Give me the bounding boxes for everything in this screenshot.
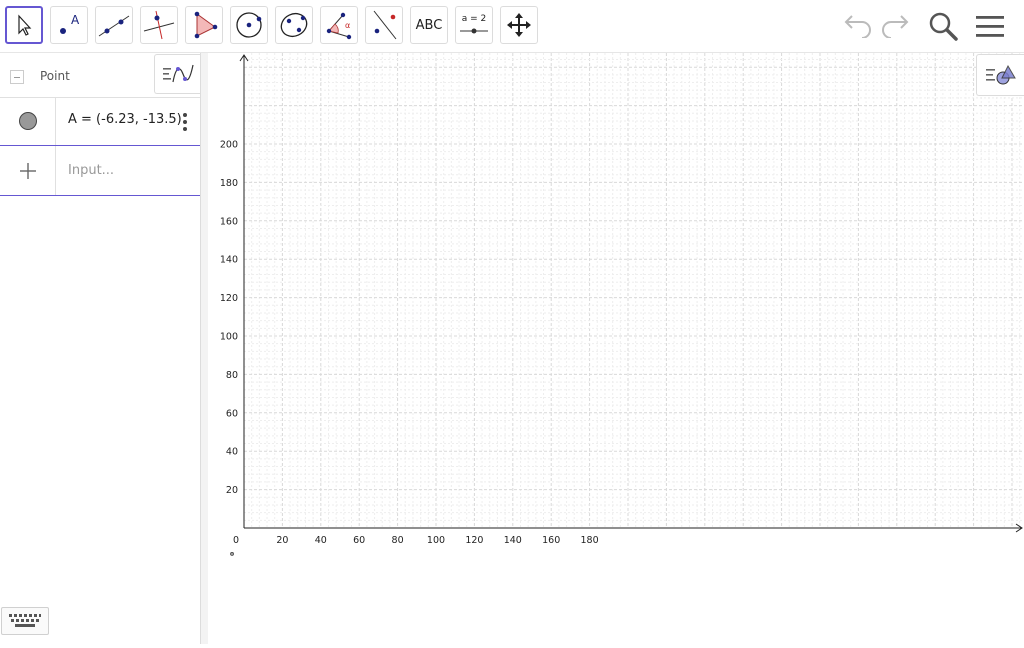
x-tick-label: 180 (581, 535, 599, 546)
angle-tool-button[interactable]: α (320, 6, 358, 44)
keyboard-button[interactable] (1, 607, 49, 635)
graphics-style-button[interactable] (976, 54, 1024, 96)
point-icon: A (60, 13, 80, 34)
keyboard-icon (9, 614, 41, 627)
algebra-group-header: Point (0, 53, 200, 98)
minus-icon (14, 76, 20, 78)
input-marker (0, 146, 56, 195)
polygon-icon (194, 11, 218, 39)
view-divider[interactable] (200, 53, 208, 644)
graphics-view[interactable]: 0 20 40 60 80 100 120 140 160 180 20 40 60 80 100 120 14… (208, 53, 1024, 644)
move-tool-button[interactable] (5, 6, 43, 44)
ellipse-icon (280, 12, 308, 38)
x-tick-label: 120 (465, 535, 483, 546)
reflect-icon (373, 10, 397, 40)
slider-icon: a = 2 (460, 14, 488, 34)
redo-icon (882, 15, 909, 38)
algebra-view: Point A = (-6.23, -13.5) Input... (0, 53, 200, 644)
y-tick-label: 180 (220, 178, 238, 189)
x-tick-label: 80 (392, 535, 404, 546)
move-arrows-icon (507, 13, 531, 37)
circle-tool-button[interactable] (230, 6, 268, 44)
x-tick-label: 40 (315, 535, 327, 546)
y-tick-label: 80 (226, 370, 238, 381)
line-tool-button[interactable] (95, 6, 133, 44)
y-tick-label: 100 (220, 332, 238, 343)
main-menu-button[interactable] (972, 8, 1008, 44)
point-a-definition: A = (-6.23, -13.5) (68, 112, 182, 127)
point-visibility-icon (19, 112, 37, 130)
algebra-item-point-a[interactable]: A = (-6.23, -13.5) (0, 98, 200, 146)
y-tick-label: 140 (220, 255, 238, 266)
visibility-toggle[interactable] (0, 98, 56, 145)
slider-tool-button[interactable]: a = 2 (455, 6, 493, 44)
undo-icon (844, 15, 871, 38)
function-graph-icon (162, 64, 194, 83)
search-icon (929, 12, 958, 41)
menu-icon (976, 16, 1004, 37)
line-icon (98, 15, 130, 37)
x-tick-label: 100 (427, 535, 445, 546)
more-vertical-icon (183, 113, 187, 131)
text-tool-label: ABC (415, 17, 443, 33)
y-tick-label: 20 (226, 485, 238, 496)
reflect-tool-button[interactable] (365, 6, 403, 44)
y-tick-label: 60 (226, 408, 238, 419)
y-tick-label: 120 (220, 293, 238, 304)
y-tick-label: 40 (226, 447, 238, 458)
x-tick-label: 20 (276, 535, 288, 546)
svg-text:A: A (71, 13, 80, 27)
undo-button[interactable] (840, 8, 876, 44)
style-bar-icon (985, 64, 1016, 85)
arrow-cursor-icon (18, 14, 32, 36)
circle-icon (236, 12, 262, 38)
point-a (230, 552, 234, 556)
x-tick-label: 0 (233, 535, 239, 546)
text-tool-button[interactable]: ABC (410, 6, 448, 44)
point-tool-button[interactable]: A (50, 6, 88, 44)
redo-button[interactable] (877, 8, 913, 44)
svg-text:α: α (345, 21, 350, 30)
angle-icon: α (326, 12, 352, 40)
collapse-group-button[interactable] (10, 70, 24, 84)
algebra-input-row[interactable]: Input... (0, 146, 200, 196)
polygon-tool-button[interactable] (185, 6, 223, 44)
y-tick-label: 160 (220, 216, 238, 227)
plus-icon (20, 163, 36, 179)
group-label: Point (40, 69, 70, 83)
search-button[interactable] (925, 8, 961, 44)
toolbar: A α ABC a = 2 (0, 0, 1024, 53)
x-tick-label: 140 (504, 535, 522, 546)
item-more-button[interactable] (181, 111, 189, 133)
perpendicular-line-tool-button[interactable] (140, 6, 178, 44)
algebra-style-button[interactable] (154, 54, 200, 94)
move-graphics-view-tool-button[interactable] (500, 6, 538, 44)
graphics-canvas[interactable]: 0 20 40 60 80 100 120 140 160 180 20 40 60 80 100 120 14… (208, 53, 1024, 644)
slider-tool-label: a = 2 (462, 14, 487, 24)
x-tick-label: 60 (353, 535, 365, 546)
x-tick-label: 160 (542, 535, 560, 546)
perpendicular-line-icon (143, 10, 175, 40)
ellipse-tool-button[interactable] (275, 6, 313, 44)
algebra-input-field[interactable]: Input... (68, 163, 114, 178)
y-tick-label: 200 (220, 140, 238, 151)
